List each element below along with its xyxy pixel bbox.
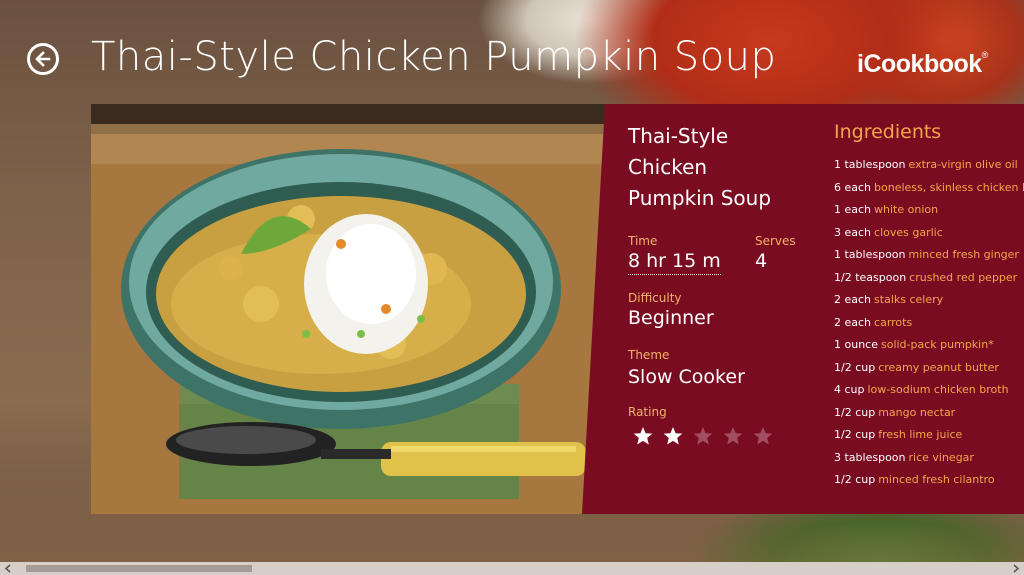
ingredient-name: fresh lime juice — [878, 428, 963, 441]
ingredient-item: 1/2 cup fresh lime juice — [834, 424, 1024, 447]
rating-label: Rating — [628, 405, 667, 419]
recipe-details-panel: Thai-Style Chicken Pumpkin Soup Time 8 h… — [582, 104, 1024, 514]
horizontal-scrollbar[interactable] — [0, 562, 1024, 575]
star-icon[interactable] — [633, 426, 653, 446]
time-label: Time — [628, 234, 658, 248]
recipe-name-line: Chicken — [628, 155, 708, 179]
ingredient-item: 1/2 cup minced fresh cilantro — [834, 469, 1024, 492]
ingredient-item: 6 eachboneless, skinless chicken breas — [834, 177, 1024, 200]
ingredient-qty: 6 each — [834, 180, 872, 194]
recipe-name-line: Thai-Style — [628, 124, 729, 148]
app-logo: iCookbook® — [857, 50, 988, 79]
ingredient-item: 1/2 teaspoon crushed red pepper — [834, 267, 1024, 290]
star-icon[interactable] — [753, 426, 773, 446]
ingredient-qty: 1/2 cup — [834, 473, 876, 486]
scroll-thumb[interactable] — [26, 565, 252, 572]
ingredient-name: minced fresh ginger — [908, 248, 1019, 261]
ingredient-item: 3 tablespoon rice vinegar — [834, 447, 1024, 470]
ingredient-qty: 1 tablespoon — [834, 248, 906, 261]
scroll-right-icon[interactable] — [1011, 564, 1021, 573]
recipe-name: Thai-Style Chicken Pumpkin Soup — [628, 121, 788, 214]
ingredient-qty: 2 each — [834, 315, 872, 329]
ingredient-name: boneless, skinless chicken breas — [874, 180, 1024, 194]
ingredient-item: 1 each white onion — [834, 199, 1024, 222]
time-value[interactable]: 8 hr 15 m — [628, 250, 721, 275]
ingredient-name: white onion — [874, 203, 939, 216]
ingredient-qty: 3 each — [834, 225, 872, 239]
ingredient-name: stalks celery — [874, 293, 944, 306]
ingredient-item: 3 each cloves garlic — [834, 222, 1024, 245]
page-title: Thai-Style Chicken Pumpkin Soup — [91, 34, 777, 80]
ingredient-qty: 1 ounce — [834, 338, 878, 351]
ingredient-name: extra-virgin olive oil — [908, 158, 1018, 171]
ingredient-qty: 4 cup — [834, 383, 865, 396]
ingredient-name: crushed red pepper — [909, 270, 1018, 284]
back-button[interactable] — [27, 43, 59, 75]
ingredient-qty: 1 each — [834, 203, 872, 216]
ingredient-qty: 1/2 cup — [834, 428, 876, 441]
logo-trademark: ® — [981, 50, 989, 60]
ingredient-name: minced fresh cilantro — [878, 473, 995, 486]
ingredient-qty: 1/2 cup — [834, 360, 876, 374]
ingredient-item: 1/2 cup mango nectar — [834, 402, 1024, 425]
theme-value: Slow Cooker — [628, 366, 745, 388]
scroll-left-icon[interactable] — [3, 564, 13, 573]
ingredient-qty: 1 tablespoon — [834, 158, 906, 171]
ingredient-name: creamy peanut butter — [878, 360, 999, 374]
theme-label: Theme — [628, 348, 670, 362]
ingredients-title: Ingredients — [834, 121, 942, 143]
back-arrow-icon — [35, 51, 51, 67]
logo-text: iCookbook — [857, 50, 982, 78]
ingredient-name: solid-pack pumpkin* — [880, 338, 994, 351]
star-icon[interactable] — [723, 426, 743, 446]
star-icon[interactable] — [693, 426, 713, 446]
ingredient-qty: 3 tablespoon — [834, 450, 906, 464]
ingredient-item: 2 each stalks celery — [834, 289, 1024, 312]
ingredient-item: 4 cup low-sodium chicken broth — [834, 379, 1024, 402]
rating-stars[interactable] — [633, 426, 773, 446]
ingredient-name: carrots — [874, 315, 913, 329]
ingredient-qty: 1/2 cup — [834, 405, 876, 419]
recipe-name-line: Pumpkin Soup — [628, 186, 772, 210]
ingredient-item: 1 tablespoon minced fresh ginger — [834, 244, 1024, 267]
ingredients-list: 1 tablespoon extra-virgin olive oil 6 eac… — [834, 154, 1024, 492]
ingredient-name: low-sodium chicken broth — [867, 383, 1009, 396]
star-icon[interactable] — [663, 426, 683, 446]
serves-label: Serves — [755, 234, 796, 248]
serves-value: 4 — [755, 250, 768, 272]
ingredient-name: mango nectar — [878, 405, 956, 419]
soup-bowl-illustration — [91, 104, 611, 514]
recipe-photo — [91, 104, 611, 514]
ingredient-name: rice vinegar — [908, 450, 974, 464]
ingredient-item: 2 each carrots — [834, 312, 1024, 335]
ingredient-item: 1 tablespoon extra-virgin olive oil — [834, 154, 1024, 177]
ingredient-item: 1 ounce solid-pack pumpkin* — [834, 334, 1024, 357]
ingredient-qty: 1/2 teaspoon — [834, 270, 907, 284]
ingredient-qty: 2 each — [834, 293, 872, 306]
difficulty-value: Beginner — [628, 307, 714, 329]
difficulty-label: Difficulty — [628, 291, 682, 305]
ingredient-item: 1/2 cup creamy peanut butter — [834, 357, 1024, 380]
ingredient-name: cloves garlic — [874, 225, 943, 239]
